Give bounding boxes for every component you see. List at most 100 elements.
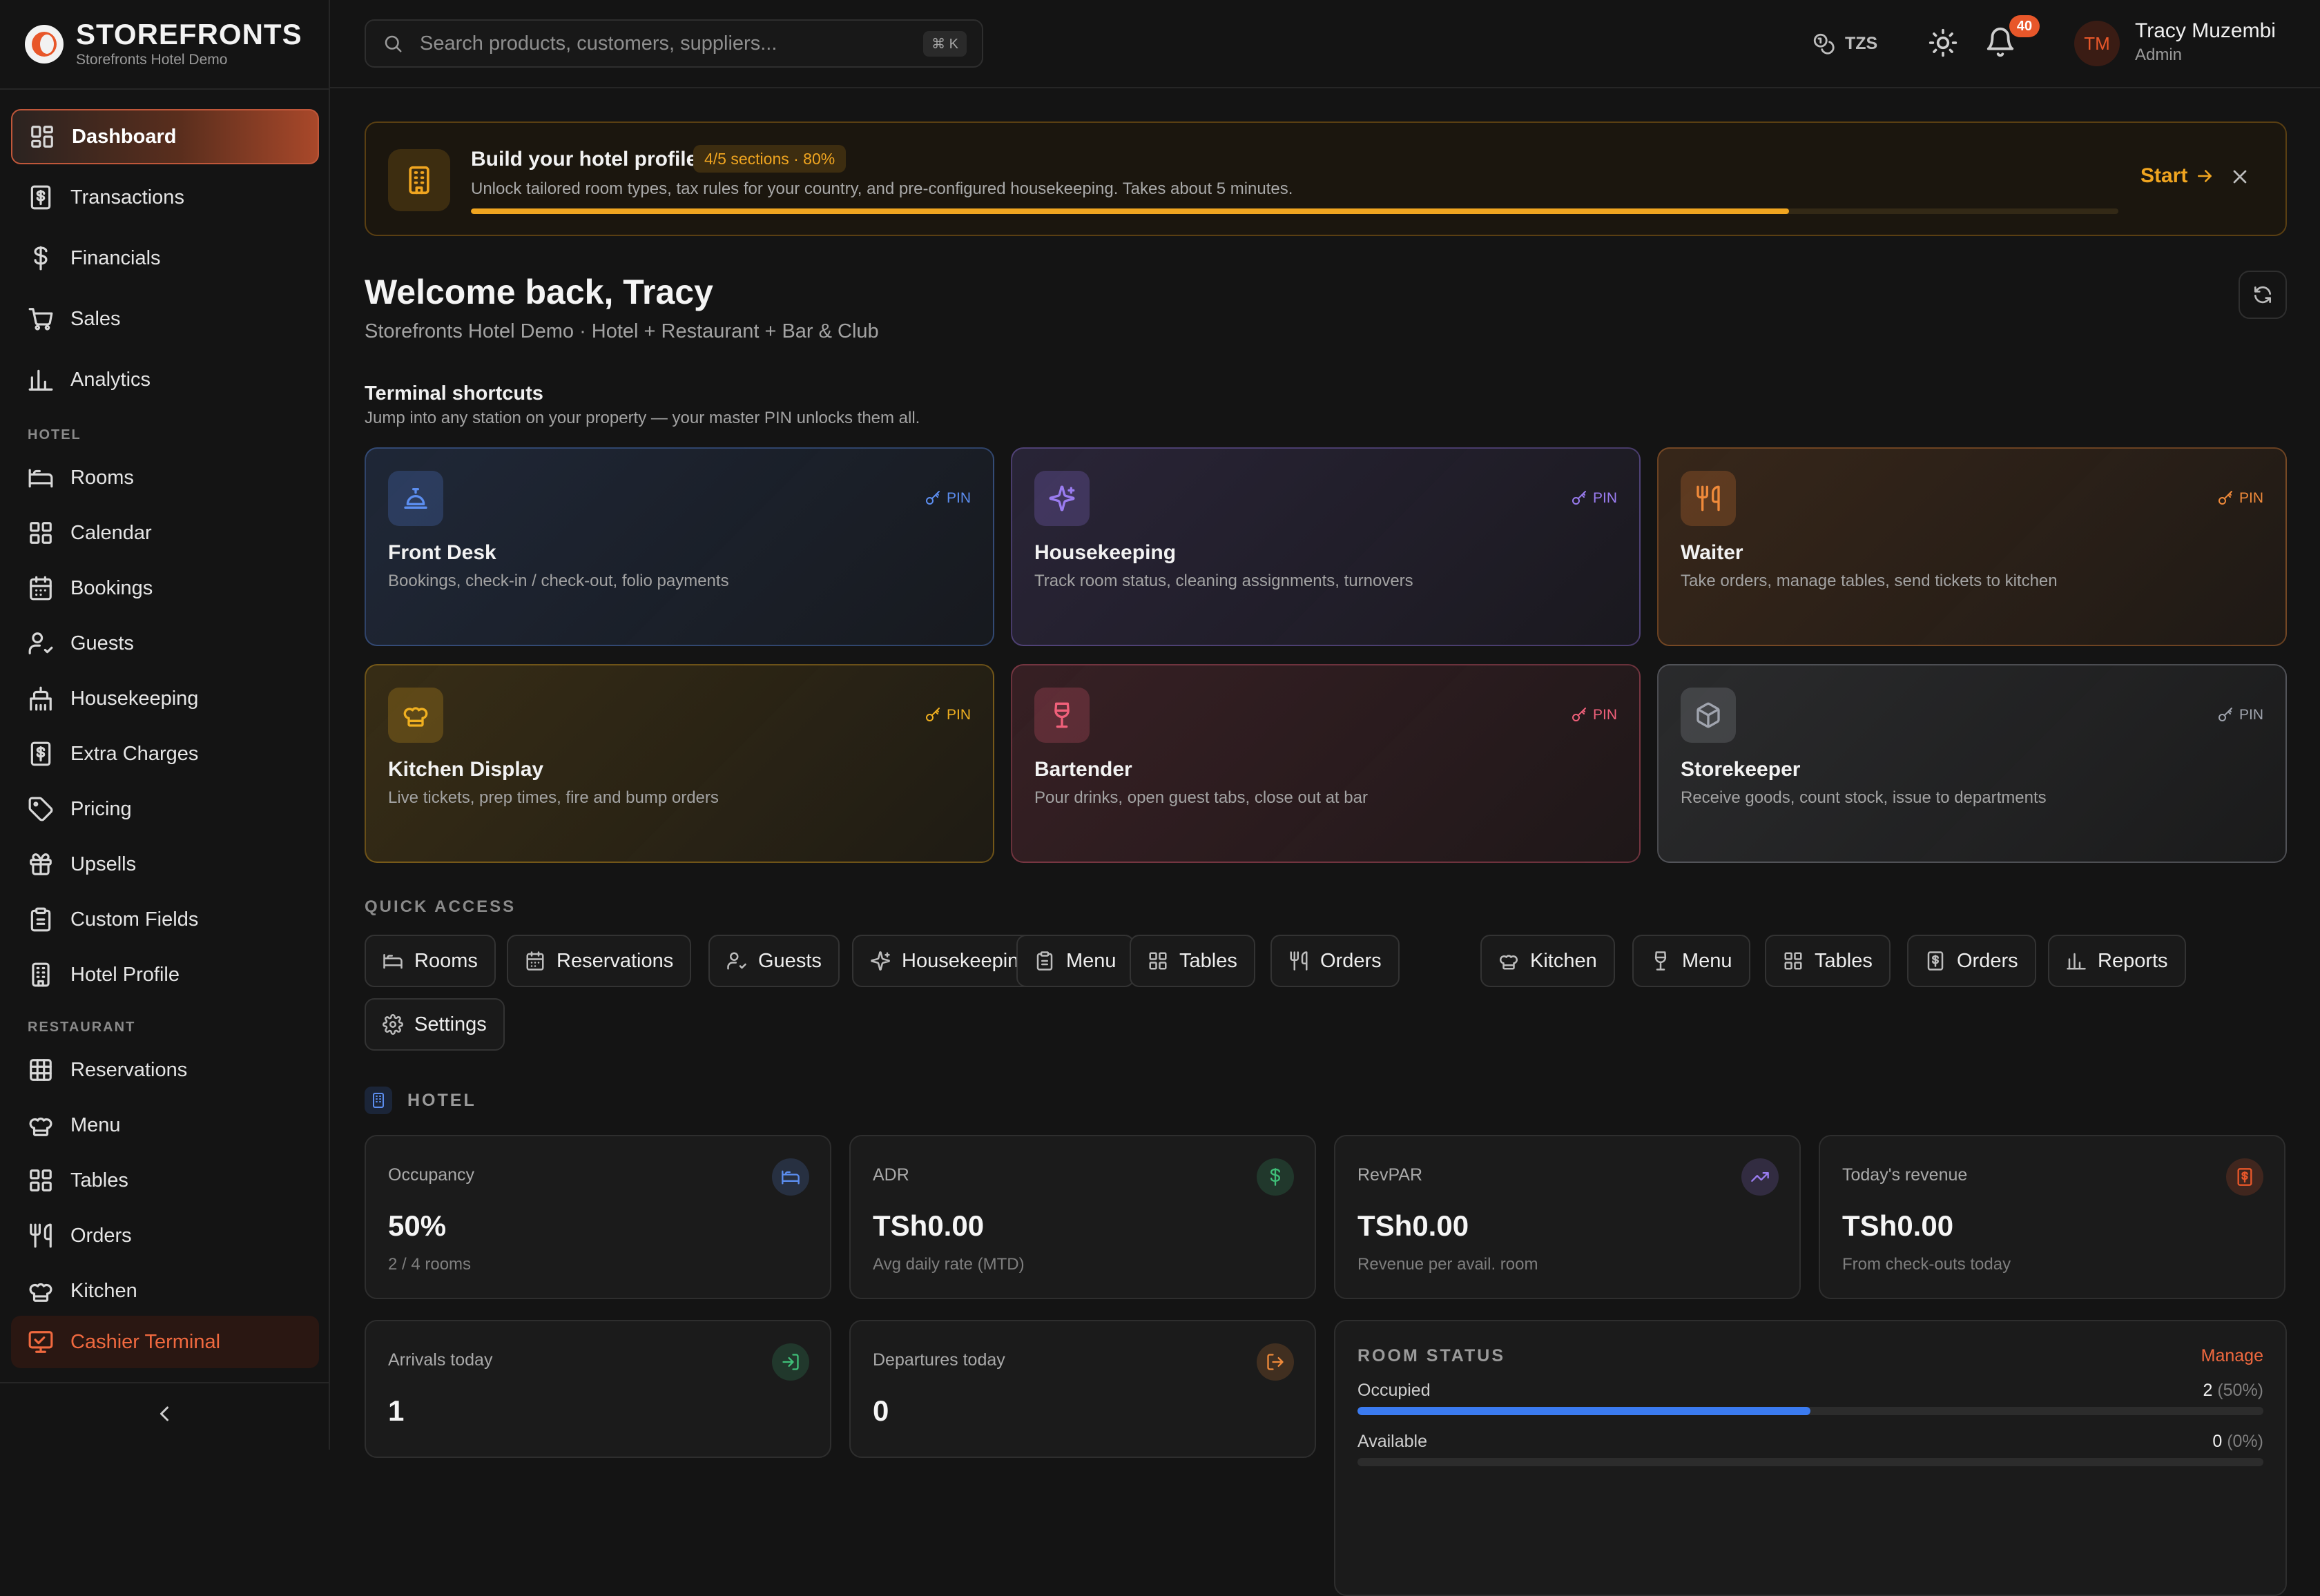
sidebar-item-tables[interactable]: Tables xyxy=(11,1156,319,1205)
quick-access-tables[interactable]: Tables xyxy=(1130,935,1255,987)
broom-icon xyxy=(30,686,52,711)
sidebar-item-orders[interactable]: Orders xyxy=(11,1211,319,1261)
calendar-icon xyxy=(525,951,557,971)
sidebar-item-dashboard[interactable]: Dashboard xyxy=(11,109,319,164)
sidebar-item-extra-charges[interactable]: Extra Charges xyxy=(11,729,319,779)
theme-toggle-button[interactable] xyxy=(1928,28,1958,58)
start-button[interactable]: Start xyxy=(2140,164,2215,188)
sidebar-item-rooms[interactable]: Rooms xyxy=(11,453,319,503)
sidebar-item-label: Menu xyxy=(70,1113,121,1136)
quick-access-tables[interactable]: Tables xyxy=(1765,935,1891,987)
wine-icon xyxy=(1034,688,1090,743)
divider xyxy=(0,1382,329,1383)
sidebar-item-label: Pricing xyxy=(70,797,132,820)
kpi-card-revpar[interactable]: RevPAR TSh0.00 Revenue per avail. room xyxy=(1334,1135,1801,1299)
collapse-sidebar-button[interactable] xyxy=(152,1401,177,1426)
quick-access-kitchen[interactable]: Kitchen xyxy=(1480,935,1615,987)
quick-access-orders[interactable]: Orders xyxy=(1270,935,1400,987)
close-banner-button[interactable] xyxy=(2229,166,2251,188)
kpi-card-today-s-revenue[interactable]: Today's revenue TSh0.00 From check-outs to… xyxy=(1819,1135,2285,1299)
sidebar-item-pricing[interactable]: Pricing xyxy=(11,784,319,834)
sidebar-item-label: Hotel Profile xyxy=(70,963,180,986)
sidebar-item-label: Upsells xyxy=(70,853,137,875)
sidebar-item-bookings[interactable]: Bookings xyxy=(11,563,319,613)
sidebar: STOREFRONTS Storefronts Hotel Demo Dashb… xyxy=(0,0,330,1450)
terminal-card-waiter[interactable]: PIN Waiter Take orders, manage tables, sen… xyxy=(1657,447,2287,646)
chip-label: Rooms xyxy=(414,949,478,972)
quick-access-rooms[interactable]: Rooms xyxy=(365,935,496,987)
sidebar-item-upsells[interactable]: Upsells xyxy=(11,839,319,889)
key-icon xyxy=(2218,708,2232,721)
wine-icon xyxy=(1650,951,1682,971)
sidebar-item-financials[interactable]: Financials xyxy=(11,231,319,286)
terminal-card-housekeeping[interactable]: PIN Housekeeping Track room status, cleani… xyxy=(1011,447,1641,646)
chip-label: Reservations xyxy=(557,949,674,972)
sidebar-item-menu[interactable]: Menu xyxy=(11,1100,319,1150)
receipt-icon xyxy=(30,185,51,210)
terminal-card-storekeeper[interactable]: PIN Storekeeper Receive goods, count stock… xyxy=(1657,664,2287,863)
broom-icon xyxy=(28,685,54,712)
sidebar-item-hotel-profile[interactable]: Hotel Profile xyxy=(11,950,319,1000)
kpi-card-occupancy[interactable]: Occupancy 50% 2 / 4 rooms xyxy=(365,1135,831,1299)
quick-access-menu[interactable]: Menu xyxy=(1016,935,1134,987)
sidebar-item-custom-fields[interactable]: Custom Fields xyxy=(11,895,319,944)
sidebar-item-housekeeping[interactable]: Housekeeping xyxy=(11,674,319,723)
chip-label: Orders xyxy=(1320,949,1382,972)
user-name[interactable]: Tracy Muzembi xyxy=(2135,19,2276,43)
refresh-button[interactable] xyxy=(2239,271,2287,319)
search-shortcut: ⌘ K xyxy=(923,30,967,57)
sidebar-item-guests[interactable]: Guests xyxy=(11,619,319,668)
start-label: Start xyxy=(2140,164,2188,187)
terminal-name: Front Desk xyxy=(388,541,496,564)
bed-icon xyxy=(383,954,403,969)
room-status-bar xyxy=(1357,1458,2263,1466)
kpi-card-adr[interactable]: ADR TSh0.00 Avg daily rate (MTD) xyxy=(849,1135,1316,1299)
quick-access-settings[interactable]: Settings xyxy=(365,998,505,1051)
building-icon xyxy=(365,1087,392,1114)
chip-label: Settings xyxy=(414,1013,487,1035)
search-input[interactable] xyxy=(418,31,924,56)
brand[interactable]: STOREFRONTS Storefronts Hotel Demo xyxy=(25,18,302,70)
banner-description: Unlock tailored room types, tax rules fo… xyxy=(471,179,1293,198)
log-out-icon xyxy=(1257,1343,1294,1381)
terminal-card-kitchen-display[interactable]: PIN Kitchen Display Live tickets, prep tim… xyxy=(365,664,994,863)
quick-access-orders[interactable]: Orders xyxy=(1907,935,2036,987)
sidebar-item-calendar[interactable]: Calendar xyxy=(11,508,319,558)
quick-access-guests[interactable]: Guests xyxy=(708,935,840,987)
gift-icon xyxy=(30,853,52,875)
arrivals-card[interactable]: Arrivals today 1 xyxy=(365,1320,831,1458)
receipt-icon xyxy=(2226,1158,2263,1196)
sidebar-item-kitchen[interactable]: Kitchen xyxy=(11,1266,319,1303)
sidebar-item-sales[interactable]: Sales xyxy=(11,291,319,347)
quick-access-reservations[interactable]: Reservations xyxy=(507,935,692,987)
room-status-bar xyxy=(1357,1407,2263,1415)
bell-service-icon xyxy=(404,488,427,509)
chef-hat-icon xyxy=(403,707,428,727)
cashier-terminal-button[interactable]: Cashier Terminal xyxy=(11,1316,319,1368)
grid-icon xyxy=(1148,951,1179,971)
avatar[interactable]: TM xyxy=(2074,21,2120,66)
utensils-icon xyxy=(1696,485,1720,512)
sidebar-item-reservations[interactable]: Reservations xyxy=(11,1045,319,1095)
room-status-count: 0 xyxy=(2212,1432,2223,1451)
currency-selector[interactable]: TZS xyxy=(1812,28,1877,59)
grid-icon xyxy=(30,522,52,544)
kpi-value: 0 xyxy=(873,1394,889,1427)
terminal-card-bartender[interactable]: PIN Bartender Pour drinks, open guest tabs… xyxy=(1011,664,1641,863)
key-icon xyxy=(2218,491,2232,505)
room-status-value: 0 (0%) xyxy=(2212,1432,2263,1452)
departures-card[interactable]: Departures today 0 xyxy=(849,1320,1316,1458)
room-status-title: ROOM STATUS xyxy=(1357,1346,1506,1365)
sidebar-item-analytics[interactable]: Analytics xyxy=(11,352,319,407)
terminal-name: Storekeeper xyxy=(1681,758,1801,781)
bed-icon xyxy=(772,1158,809,1196)
quick-access-reports[interactable]: Reports xyxy=(2048,935,2186,987)
coins-icon xyxy=(1812,32,1835,55)
chip-label: Menu xyxy=(1682,949,1732,972)
profile-progress-bar xyxy=(471,208,2118,214)
terminal-card-front-desk[interactable]: PIN Front Desk Bookings, check-in / check-… xyxy=(365,447,994,646)
quick-access-menu[interactable]: Menu xyxy=(1632,935,1750,987)
manage-link[interactable]: Manage xyxy=(2201,1346,2263,1366)
sidebar-item-transactions[interactable]: Transactions xyxy=(11,170,319,225)
search-box[interactable]: ⌘ K xyxy=(365,19,983,68)
